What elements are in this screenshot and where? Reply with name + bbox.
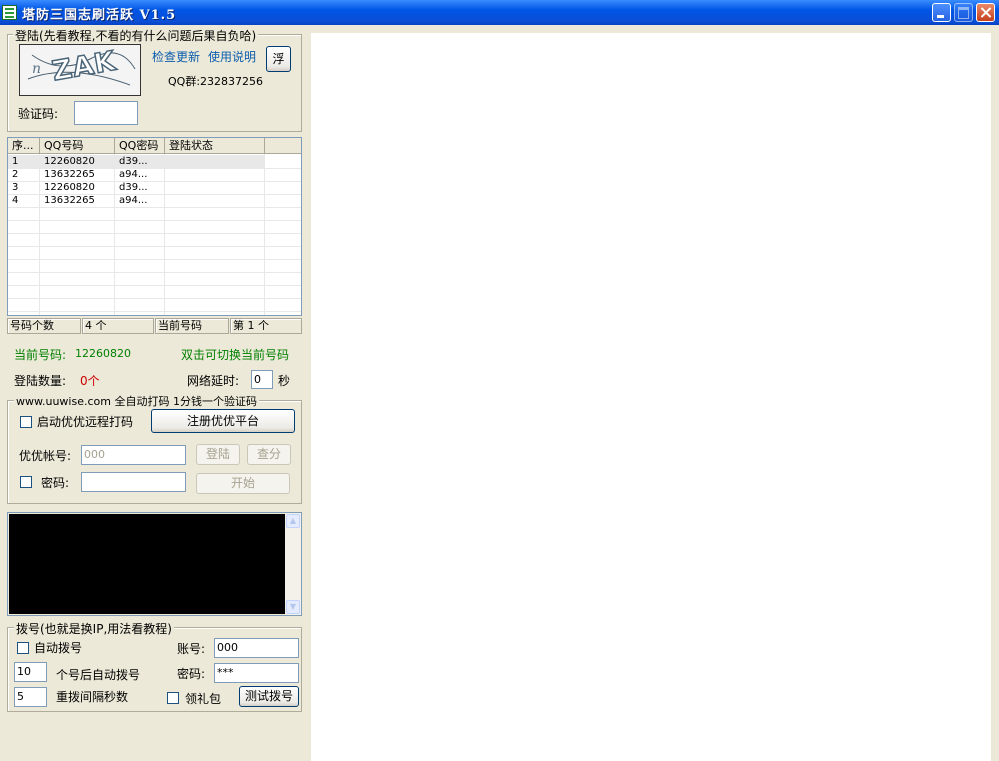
captcha-label: 验证码: [18,107,59,121]
table-row[interactable]: 4 13632265 a94... [8,194,301,207]
row-qq: 12260820 [40,155,115,168]
test-dial-button[interactable]: 测试拨号 [239,686,299,707]
current-account-label: 当前号码: [14,348,67,362]
row-no: 1 [8,155,44,168]
row-password: a94... [119,169,148,180]
log-output [9,514,285,614]
maximize-button[interactable] [954,3,973,22]
register-uuwise-button[interactable]: 注册优优平台 [151,409,295,433]
qq-group-text: QQ群:232837256 [168,75,264,88]
login-group-title: 登陆(先看教程,不看的有什么问题后果自负哈) [13,27,259,44]
enable-remote-captcha-label: 启动优优远程打码 [37,415,134,429]
column-header-blank [265,138,301,154]
row-qq: 12260820 [44,182,95,193]
dial-group-title: 拨号(也就是换IP,用法看教程) [14,620,174,637]
column-header-qq[interactable]: QQ号码 [40,138,115,154]
uuwise-score-button[interactable]: 查分 [247,444,291,465]
dial-account-input[interactable]: 000 [214,638,299,658]
delay-input[interactable]: 0 [251,370,273,389]
status-count-label: 号码个数 [7,318,81,334]
window-title: 塔防三国志刷活跃 V1.5 [22,8,177,23]
login-count-value: 0个 [80,374,100,388]
minimize-button[interactable] [932,3,951,22]
dial-password-label: 密码: [177,667,206,681]
scroll-up-icon[interactable]: ▲ [286,514,300,528]
gift-checkbox[interactable] [167,692,179,704]
row-password: a94... [119,195,148,206]
row-qq: 13632265 [44,195,95,206]
log-box[interactable]: ▲ ▼ [7,512,302,616]
redial-interval-input[interactable]: 5 [14,687,47,707]
uuwise-group-title: www.uuwise.com 全自动打码 1分钱一个验证码 [14,393,259,409]
app-icon [2,5,17,20]
account-list[interactable]: 序... QQ号码 QQ密码 登陆状态 1 12260820 d39... 2 … [7,137,302,316]
table-row[interactable]: 3 12260820 d39... [8,181,301,194]
dial-count-label: 个号后自动拨号 [56,668,141,682]
row-status [165,181,169,194]
delay-unit: 秒 [278,374,291,388]
auto-dial-checkbox[interactable] [17,642,29,654]
switch-hint: 双击可切换当前号码 [181,348,290,362]
column-header-password[interactable]: QQ密码 [115,138,165,154]
gift-label: 领礼包 [185,692,222,706]
redial-interval-label: 重拨间隔秒数 [56,690,129,704]
dial-count-input[interactable]: 10 [14,662,47,682]
row-status [165,168,169,181]
uuwise-password-label: 密码: [41,476,70,490]
uuwise-start-button[interactable]: 开始 [196,473,290,494]
uuwise-account-input[interactable]: 000 [81,445,186,465]
row-status [165,155,265,168]
browser-panel[interactable] [311,33,991,761]
check-update-link[interactable]: 检查更新 [152,48,200,65]
current-account-value: 12260820 [75,347,131,360]
captcha-input[interactable] [74,101,138,125]
float-button[interactable]: 浮 [266,46,291,72]
column-header-no[interactable]: 序... [8,138,40,154]
instructions-link[interactable]: 使用说明 [208,48,256,65]
row-no: 4 [12,195,19,206]
delay-label: 网络延时: [187,374,240,388]
row-password: d39... [119,182,148,193]
status-current-value: 第 1 个 [230,318,302,334]
svg-text:n: n [32,61,41,77]
status-current-label: 当前号码 [155,318,229,334]
status-count-value: 4 个 [82,318,154,334]
enable-remote-captcha-checkbox[interactable] [20,416,32,428]
row-no: 3 [12,182,19,193]
close-button[interactable] [976,3,995,22]
table-row[interactable]: 1 12260820 d39... [8,155,301,168]
dial-password-input[interactable]: *** [214,663,299,683]
row-qq: 13632265 [44,169,95,180]
login-count-label: 登陆数量: [14,374,67,388]
uuwise-remember-checkbox[interactable] [20,476,32,488]
dial-account-label: 账号: [177,642,206,656]
uuwise-password-input[interactable] [81,472,186,492]
scroll-down-icon[interactable]: ▼ [286,600,300,614]
row-no: 2 [12,169,19,180]
row-password: d39... [115,155,165,168]
table-row[interactable]: 2 13632265 a94... [8,168,301,181]
column-header-status[interactable]: 登陆状态 [165,138,265,154]
row-status [165,194,169,207]
auto-dial-label: 自动拨号 [34,641,83,655]
log-scrollbar[interactable]: ▲ ▼ [285,513,301,615]
uuwise-login-button[interactable]: 登陆 [196,444,240,465]
captcha-image[interactable]: n ZAK [19,44,141,96]
uuwise-account-label: 优优帐号: [19,449,72,463]
